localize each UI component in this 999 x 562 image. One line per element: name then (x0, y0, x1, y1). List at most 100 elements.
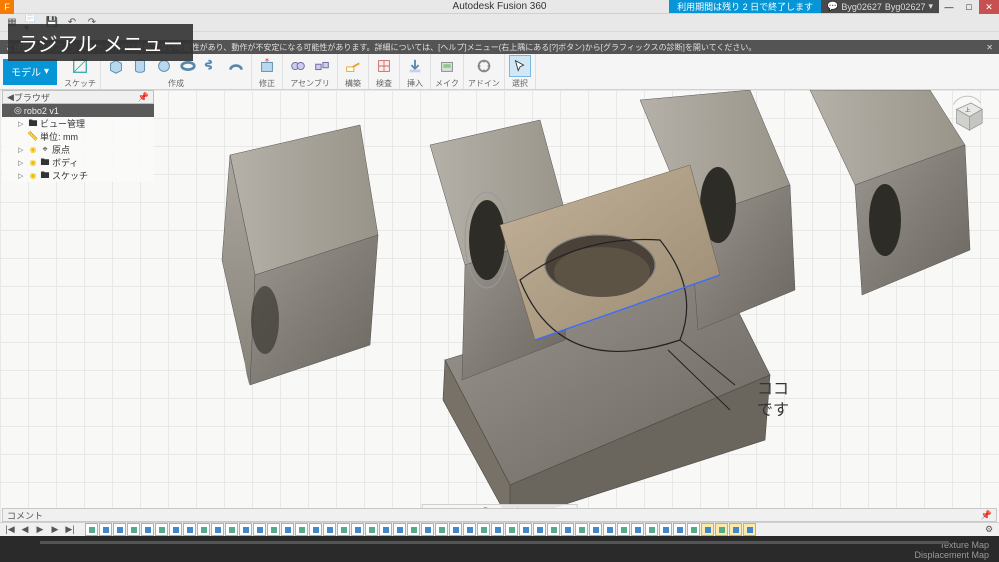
timeline-feature[interactable] (505, 523, 518, 536)
visibility-icon[interactable]: ◉ (28, 145, 38, 155)
timeline-feature[interactable] (519, 523, 532, 536)
timeline-next-button[interactable]: ▶ (49, 524, 61, 536)
timeline-feature[interactable] (267, 523, 280, 536)
expand-icon[interactable]: ▽ (4, 107, 12, 115)
timeline-feature[interactable] (407, 523, 420, 536)
timeline-feature[interactable] (491, 523, 504, 536)
timeline-feature[interactable] (113, 523, 126, 536)
comments-bar[interactable]: コメント 📌 (2, 508, 997, 522)
timeline-feature[interactable] (631, 523, 644, 536)
expand-icon[interactable]: ▷ (18, 120, 26, 128)
timeline-feature[interactable] (323, 523, 336, 536)
timeline-feature[interactable] (253, 523, 266, 536)
timeline-feature[interactable] (645, 523, 658, 536)
close-button[interactable]: ✕ (979, 0, 999, 14)
ribbon-group-modify: 修正 (252, 54, 283, 89)
ribbon-group-select: 選択 (505, 54, 536, 89)
pin-icon[interactable]: 📌 (981, 510, 992, 521)
timeline-feature[interactable] (337, 523, 350, 536)
trial-notice[interactable]: 利用期間は残り 2 日で終了します (669, 0, 821, 13)
browser-item-origin[interactable]: ▷ ◉ ⌖ 原点 (2, 143, 154, 156)
select-icon[interactable] (509, 55, 531, 77)
timeline-feature[interactable] (547, 523, 560, 536)
browser-item-units[interactable]: 📏 単位: mm (2, 130, 154, 143)
timeline-feature[interactable] (701, 523, 714, 536)
timeline-feature[interactable] (351, 523, 364, 536)
timeline-last-button[interactable]: ▶| (64, 524, 76, 536)
timeline-play-button[interactable]: ▶ (34, 524, 46, 536)
browser-item-bodies[interactable]: ▷ ◉ 🖿 ボディ (2, 156, 154, 169)
timeline-prev-button[interactable]: ◀ (19, 524, 31, 536)
timeline-feature[interactable] (603, 523, 616, 536)
timeline-feature[interactable] (575, 523, 588, 536)
expand-icon[interactable]: ▷ (18, 146, 26, 154)
assembly-icon[interactable] (311, 55, 333, 77)
timeline-feature[interactable] (687, 523, 700, 536)
timeline-feature[interactable] (127, 523, 140, 536)
notification-close-button[interactable]: ✕ (986, 43, 993, 52)
timeline-feature[interactable] (169, 523, 182, 536)
handwritten-annotation: ココ です (757, 380, 789, 422)
modify-icon[interactable] (256, 55, 278, 77)
timeline-feature[interactable] (659, 523, 672, 536)
timeline-feature[interactable] (533, 523, 546, 536)
expand-icon[interactable]: ▷ (18, 172, 26, 180)
timeline-feature[interactable] (715, 523, 728, 536)
timeline-feature[interactable] (85, 523, 98, 536)
browser-item-views[interactable]: ▷ 🖿 ビュー管理 (2, 117, 154, 130)
inspect-icon[interactable] (373, 55, 395, 77)
timeline-feature[interactable] (239, 523, 252, 536)
maximize-button[interactable]: □ (959, 0, 979, 14)
workspace-switcher[interactable]: モデル▾ (3, 59, 57, 85)
ribbon-group-construct: 構築 (338, 54, 369, 89)
coil-icon[interactable] (201, 55, 223, 77)
user-menu[interactable]: 💬 Byg02627 Byg02627 ▾ (821, 0, 939, 13)
timeline-feature[interactable] (561, 523, 574, 536)
addin-icon[interactable] (473, 55, 495, 77)
browser-item-sketches[interactable]: ▷ ◉ 🖿 スケッチ (2, 169, 154, 182)
timeline-feature[interactable] (211, 523, 224, 536)
timeline-feature[interactable] (463, 523, 476, 536)
joint-icon[interactable] (287, 55, 309, 77)
ribbon-group-inspect: 検査 (369, 54, 400, 89)
timeline-feature[interactable] (477, 523, 490, 536)
timeline-feature[interactable] (365, 523, 378, 536)
pin-icon[interactable]: 📌 (138, 92, 149, 103)
timeline-first-button[interactable]: |◀ (4, 524, 16, 536)
make-icon[interactable] (436, 55, 458, 77)
doc-icon: ◎ (14, 105, 22, 116)
timeline-feature[interactable] (435, 523, 448, 536)
timeline-feature[interactable] (141, 523, 154, 536)
insert-icon[interactable] (404, 55, 426, 77)
browser-root-node[interactable]: ▽ ◎ robo2 v1 (2, 104, 154, 117)
timeline-track[interactable] (85, 523, 974, 536)
timeline-feature[interactable] (281, 523, 294, 536)
timeline-feature[interactable] (309, 523, 322, 536)
timeline-feature[interactable] (673, 523, 686, 536)
timeline-feature[interactable] (197, 523, 210, 536)
timeline-feature[interactable] (99, 523, 112, 536)
timeline-scrubber[interactable] (40, 541, 949, 544)
minimize-button[interactable]: — (939, 0, 959, 14)
timeline-feature[interactable] (295, 523, 308, 536)
timeline-feature[interactable] (155, 523, 168, 536)
timeline-feature[interactable] (617, 523, 630, 536)
visibility-icon[interactable]: ◉ (28, 158, 38, 168)
timeline-feature[interactable] (183, 523, 196, 536)
timeline-feature[interactable] (729, 523, 742, 536)
timeline-feature[interactable] (379, 523, 392, 536)
timeline-feature[interactable] (589, 523, 602, 536)
visibility-icon[interactable]: ◉ (28, 171, 38, 181)
timeline: |◀ ◀ ▶ ▶ ▶| ⚙ (0, 522, 999, 536)
timeline-feature[interactable] (393, 523, 406, 536)
timeline-settings-button[interactable]: ⚙ (983, 524, 995, 536)
ribbon-group-assembly: アセンブリ (283, 54, 338, 89)
expand-icon[interactable]: ▷ (18, 159, 26, 167)
pipe-icon[interactable] (225, 55, 247, 77)
view-cube[interactable]: 上 (947, 95, 987, 135)
construct-icon[interactable] (342, 55, 364, 77)
timeline-feature[interactable] (449, 523, 462, 536)
timeline-feature[interactable] (743, 523, 756, 536)
timeline-feature[interactable] (225, 523, 238, 536)
timeline-feature[interactable] (421, 523, 434, 536)
